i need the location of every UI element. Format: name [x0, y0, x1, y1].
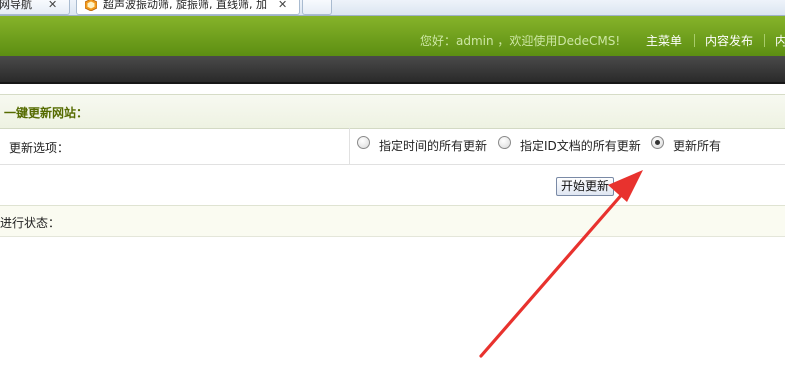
- radio-time-updates-label[interactable]: 指定时间的所有更新: [379, 137, 487, 154]
- site-favicon-icon: [85, 0, 97, 11]
- dark-toolbar: [0, 56, 785, 84]
- start-update-button[interactable]: 开始更新: [556, 177, 614, 196]
- radio-update-all[interactable]: [651, 136, 664, 149]
- browser-tab-active[interactable]: 超声波振动筛, 旋振筛, 直线筛, 加 ✕: [76, 0, 300, 15]
- update-options-label: 更新选项：: [9, 141, 70, 155]
- panel-header: 一键更新网站：: [0, 94, 785, 129]
- status-row: 进行状态：: [0, 206, 785, 237]
- panel-title: 一键更新网站：: [4, 106, 89, 120]
- nav-content-publish[interactable]: 内容发布: [705, 32, 753, 49]
- cell-divider: [349, 128, 350, 164]
- update-panel: 一键更新网站： 更新选项： 指定时间的所有更新 指定ID文档的所有更新 更新所有…: [0, 94, 785, 377]
- tab-close-icon[interactable]: ✕: [48, 0, 57, 12]
- radio-time-updates[interactable]: [357, 136, 370, 149]
- browser-tab[interactable]: 网导航 ✕: [0, 0, 70, 15]
- update-options-row: 更新选项： 指定时间的所有更新 指定ID文档的所有更新 更新所有: [0, 128, 785, 165]
- radio-update-all-label[interactable]: 更新所有: [673, 137, 721, 154]
- welcome-text: 您好：admin ，欢迎使用DedeCMS!: [420, 34, 621, 48]
- new-tab[interactable]: [302, 0, 332, 15]
- status-label: 进行状态：: [0, 216, 61, 230]
- radio-id-updates[interactable]: [498, 136, 511, 149]
- nav-divider: [694, 34, 695, 47]
- cms-header: 您好：admin ，欢迎使用DedeCMS! 主菜单 内容发布 内: [0, 16, 785, 56]
- tab-title: 超声波振动筛, 旋振筛, 直线筛, 加: [103, 0, 267, 11]
- nav-divider: [764, 34, 765, 47]
- tab-close-icon[interactable]: ✕: [278, 0, 287, 12]
- tab-title: 网导航: [0, 0, 32, 11]
- nav-content-more[interactable]: 内: [775, 32, 785, 49]
- nav-main-menu[interactable]: 主菜单: [646, 32, 682, 49]
- action-row: 开始更新: [0, 165, 785, 206]
- radio-id-updates-label[interactable]: 指定ID文档的所有更新: [520, 137, 641, 154]
- browser-tab-strip: 网导航 ✕ 超声波振动筛, 旋振筛, 直线筛, 加 ✕: [0, 0, 785, 16]
